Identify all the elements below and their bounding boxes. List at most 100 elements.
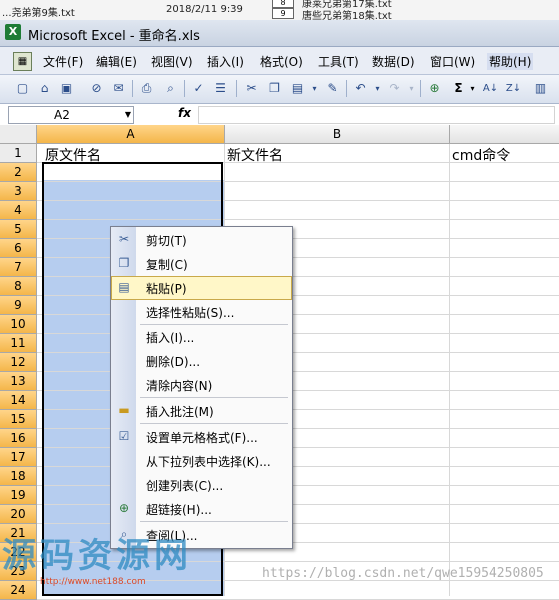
undo-dropdown-icon[interactable]: ▾ (369, 80, 386, 97)
row-header-3[interactable]: 3 (0, 182, 37, 201)
menu-item-paste-special[interactable]: 选择性粘贴(S)... (111, 300, 292, 324)
menu-item-label: 粘贴(P) (146, 282, 187, 296)
format-cells-icon: ☑ (118, 429, 130, 443)
redo-icon[interactable]: ↷ (386, 80, 403, 97)
menu-item-hyperlink[interactable]: ⊕ 超链接(H)... (111, 497, 292, 521)
menu-item-label: 剪切(T) (146, 234, 187, 248)
chart-wizard-icon[interactable]: ▥ (532, 80, 549, 97)
row-header-7[interactable]: 7 (0, 258, 37, 277)
title-bar[interactable]: X Microsoft Excel - 重命名.xls (0, 20, 559, 47)
menu-item-label: 复制(C) (146, 258, 188, 272)
row-header-1[interactable]: 1 (0, 144, 37, 163)
row-header-11[interactable]: 11 (0, 334, 37, 353)
row-header-10[interactable]: 10 (0, 315, 37, 334)
menu-data[interactable]: 数据(D) (372, 53, 415, 70)
column-header-c[interactable] (450, 125, 559, 144)
column-header-a[interactable]: A (37, 125, 225, 144)
menu-item-pick-from-list[interactable]: 从下拉列表中选择(K)... (111, 449, 292, 473)
menu-separator (140, 423, 288, 424)
row-header-2[interactable]: 2 (0, 163, 37, 182)
row-header-12[interactable]: 12 (0, 353, 37, 372)
menu-help[interactable]: 帮助(H) (487, 53, 534, 70)
row-header-4[interactable]: 4 (0, 201, 37, 220)
menu-format[interactable]: 格式(O) (260, 53, 303, 70)
redo-dropdown-icon[interactable]: ▾ (403, 80, 420, 97)
row-header-13[interactable]: 13 (0, 372, 37, 391)
copy-icon[interactable]: ❐ (266, 80, 283, 97)
permission-icon[interactable]: ⊘ (88, 80, 105, 97)
print-icon[interactable]: ⎙ (138, 80, 155, 97)
copy-icon: ❐ (118, 256, 130, 270)
menu-insert[interactable]: 插入(I) (207, 53, 244, 70)
fx-icon[interactable]: fx (178, 106, 191, 120)
toolbar-separator (132, 80, 133, 97)
row-header-19[interactable]: 19 (0, 486, 37, 505)
row-header-14[interactable]: 14 (0, 391, 37, 410)
row-header-16[interactable]: 16 (0, 429, 37, 448)
workbook-icon[interactable]: ▦ (13, 52, 32, 71)
format-painter-icon[interactable]: ✎ (324, 80, 341, 97)
menu-item-label: 选择性粘贴(S)... (146, 306, 235, 320)
background-row-number: 8 (272, 0, 294, 8)
spelling-icon[interactable]: ✓ (190, 80, 207, 97)
menu-item-label: 从下拉列表中选择(K)... (146, 455, 271, 469)
menu-file[interactable]: 文件(F) (43, 53, 83, 70)
row-header-5[interactable]: 5 (0, 220, 37, 239)
menu-view[interactable]: 视图(V) (151, 53, 193, 70)
row-header-20[interactable]: 20 (0, 505, 37, 524)
row-header-8[interactable]: 8 (0, 277, 37, 296)
watermark-logo-text: 源码资源网 (2, 536, 192, 576)
window-title: Microsoft Excel - 重命名.xls (28, 29, 200, 44)
row-header-15[interactable]: 15 (0, 410, 37, 429)
menu-item-paste[interactable]: ▤ 粘贴(P) (111, 276, 292, 300)
watermark-small-url: http://www.net188.com (40, 577, 146, 587)
standard-toolbar: ▢ ⌂ ▣ ⊘ ✉ ⎙ ⌕ ✓ ☰ ✂ ❐ ▤ ▾ ✎ ↶ ▾ ↷ ▾ ⊕ Σ … (0, 75, 559, 104)
new-icon[interactable]: ▢ (14, 80, 31, 97)
paste-icon[interactable]: ▤ (289, 80, 306, 97)
name-box[interactable]: A2 ▼ (8, 106, 134, 124)
watermark-blog-url: https://blog.csdn.net/qwe15954250805 (262, 566, 544, 581)
menu-window[interactable]: 窗口(W) (430, 53, 475, 70)
sort-ascending-icon[interactable]: A↓ (482, 80, 499, 97)
menu-item-delete[interactable]: 删除(D)... (111, 349, 292, 373)
email-icon[interactable]: ✉ (110, 80, 127, 97)
grid-line (449, 144, 450, 596)
paste-icon: ▤ (118, 280, 130, 294)
research-icon[interactable]: ☰ (212, 80, 229, 97)
open-icon[interactable]: ⌂ (36, 80, 53, 97)
background-file-list: ...尧弟第9集.txt 2018/2/11 9:39 8 康莱兄弟第17集.t… (0, 0, 559, 21)
background-row-number: 9 (272, 8, 294, 19)
menu-edit[interactable]: 编辑(E) (96, 53, 137, 70)
cut-icon: ✂ (118, 232, 130, 246)
print-preview-icon[interactable]: ⌕ (162, 80, 179, 97)
chevron-down-icon[interactable]: ▼ (125, 107, 131, 123)
menu-item-clear-contents[interactable]: 清除内容(N) (111, 373, 292, 397)
menu-separator (140, 397, 288, 398)
menu-item-insert-comment[interactable]: ▬ 插入批注(M) (111, 399, 292, 423)
paste-dropdown-icon[interactable]: ▾ (306, 80, 323, 97)
hyperlink-icon[interactable]: ⊕ (426, 80, 443, 97)
row-header-6[interactable]: 6 (0, 239, 37, 258)
menu-item-format-cells[interactable]: ☑ 设置单元格格式(F)... (111, 425, 292, 449)
menu-tools[interactable]: 工具(T) (318, 53, 359, 70)
menu-item-label: 删除(D)... (146, 355, 201, 369)
context-menu: ✂ 剪切(T) ❐ 复制(C) ▤ 粘贴(P) 选择性粘贴(S)... 插入(I… (110, 226, 293, 549)
row-header-18[interactable]: 18 (0, 467, 37, 486)
menu-item-label: 插入批注(M) (146, 405, 214, 419)
row-header-17[interactable]: 17 (0, 448, 37, 467)
menu-item-cut[interactable]: ✂ 剪切(T) (111, 228, 292, 252)
save-icon[interactable]: ▣ (58, 80, 75, 97)
cut-icon[interactable]: ✂ (243, 80, 260, 97)
formula-input[interactable] (198, 106, 555, 124)
row-header-24[interactable]: 24 (0, 581, 37, 600)
menu-item-copy[interactable]: ❐ 复制(C) (111, 252, 292, 276)
row-header-9[interactable]: 9 (0, 296, 37, 315)
undo-icon[interactable]: ↶ (352, 80, 369, 97)
autosum-dropdown-icon[interactable]: ▾ (464, 80, 481, 97)
column-header-b[interactable]: B (225, 125, 450, 144)
sort-descending-icon[interactable]: Z↓ (505, 80, 522, 97)
excel-icon: X (5, 24, 21, 40)
menu-item-create-list[interactable]: 创建列表(C)... (111, 473, 292, 497)
select-all-corner[interactable] (0, 125, 37, 144)
menu-item-insert[interactable]: 插入(I)... (111, 325, 292, 349)
